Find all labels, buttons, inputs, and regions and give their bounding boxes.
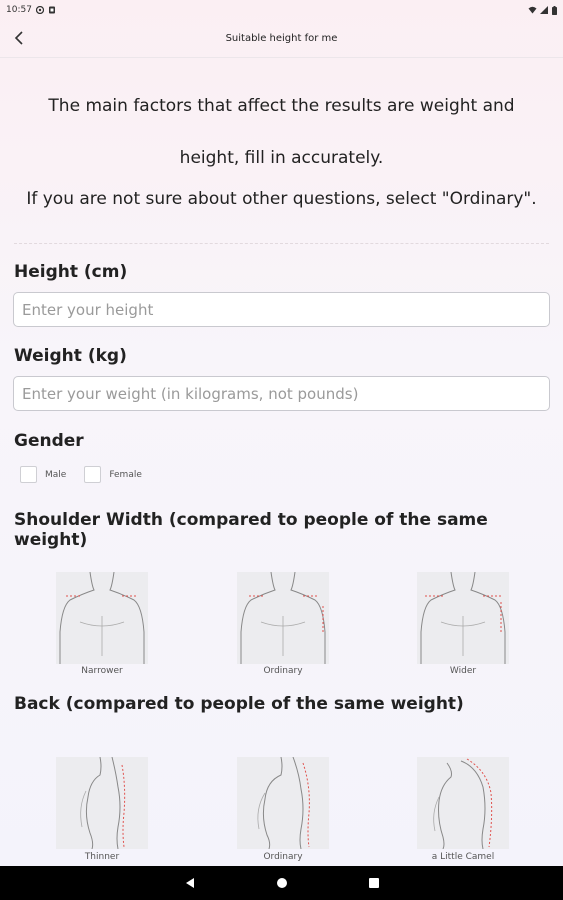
wifi-icon xyxy=(528,6,537,14)
torso-side-illustration xyxy=(80,757,126,849)
shoulder-caption-narrower: Narrower xyxy=(81,666,123,676)
intro-line-1: The main factors that affect the results… xyxy=(48,96,515,116)
weight-input[interactable] xyxy=(13,376,550,411)
status-time: 10:57 xyxy=(6,5,32,15)
back-caption-ordinary: Ordinary xyxy=(263,852,303,862)
triangle-back-icon xyxy=(185,877,194,888)
section-divider xyxy=(14,243,549,244)
shoulder-option-wider[interactable] xyxy=(417,572,509,664)
height-label: Height (cm) xyxy=(14,262,128,282)
torso-side-illustration xyxy=(257,757,310,849)
square-recents-icon xyxy=(368,877,379,888)
gender-options: Male Female xyxy=(20,466,142,483)
battery-icon xyxy=(552,6,557,15)
nav-recents-button[interactable] xyxy=(368,874,380,893)
circle-home-icon xyxy=(276,877,287,888)
shoulder-options: Narrower Ordinary Wider xyxy=(0,572,563,676)
torso-front-illustration xyxy=(59,572,145,664)
shoulder-option-ordinary[interactable] xyxy=(237,572,329,664)
shoulder-caption-wider: Wider xyxy=(449,666,477,676)
torso-side-illustration xyxy=(433,758,493,849)
back-button[interactable] xyxy=(8,28,30,50)
female-checkbox[interactable] xyxy=(84,466,102,483)
sim-icon xyxy=(48,6,56,14)
status-left: 10:57 xyxy=(6,5,56,15)
intro-line-3: If you are not sure about other question… xyxy=(26,189,537,209)
male-checkbox[interactable] xyxy=(20,466,37,483)
status-right xyxy=(528,6,557,15)
intro-line-2: height, fill in accurately. xyxy=(179,148,384,168)
chevron-left-icon xyxy=(14,30,24,49)
shoulder-width-label: Shoulder Width (compared to people of th… xyxy=(14,510,488,550)
app-bar: Suitable height for me xyxy=(0,20,563,58)
gender-option-male[interactable]: Male xyxy=(20,466,66,483)
torso-front-illustration xyxy=(240,572,326,664)
height-input[interactable] xyxy=(13,292,550,327)
status-bar: 10:57 xyxy=(0,0,563,20)
gender-option-female[interactable]: Female xyxy=(84,466,142,483)
male-label: Male xyxy=(45,469,67,480)
system-nav-bar xyxy=(0,866,563,900)
signal-icon xyxy=(540,6,548,14)
back-option-thinner[interactable] xyxy=(56,757,148,849)
back-option-ordinary[interactable] xyxy=(237,757,329,849)
shoulder-option-narrower[interactable] xyxy=(56,572,148,664)
gender-label: Gender xyxy=(14,431,84,451)
back-label: Back (compared to people of the same wei… xyxy=(14,694,464,714)
torso-front-illustration xyxy=(420,572,506,664)
back-option-camel[interactable] xyxy=(417,757,509,849)
nav-home-button[interactable] xyxy=(276,874,288,893)
back-caption-thinner: Thinner xyxy=(84,852,120,862)
intro-text: The main factors that affect the results… xyxy=(14,80,549,210)
female-label: Female xyxy=(109,469,142,480)
weight-label: Weight (kg) xyxy=(14,346,127,366)
nav-back-button[interactable] xyxy=(184,874,196,893)
back-options: Thinner Ordinary a Little Camel xyxy=(0,757,563,862)
sync-icon xyxy=(35,5,45,15)
shoulder-caption-ordinary: Ordinary xyxy=(263,666,303,676)
page-title: Suitable height for me xyxy=(225,33,338,44)
back-caption-camel: a Little Camel xyxy=(431,852,495,862)
